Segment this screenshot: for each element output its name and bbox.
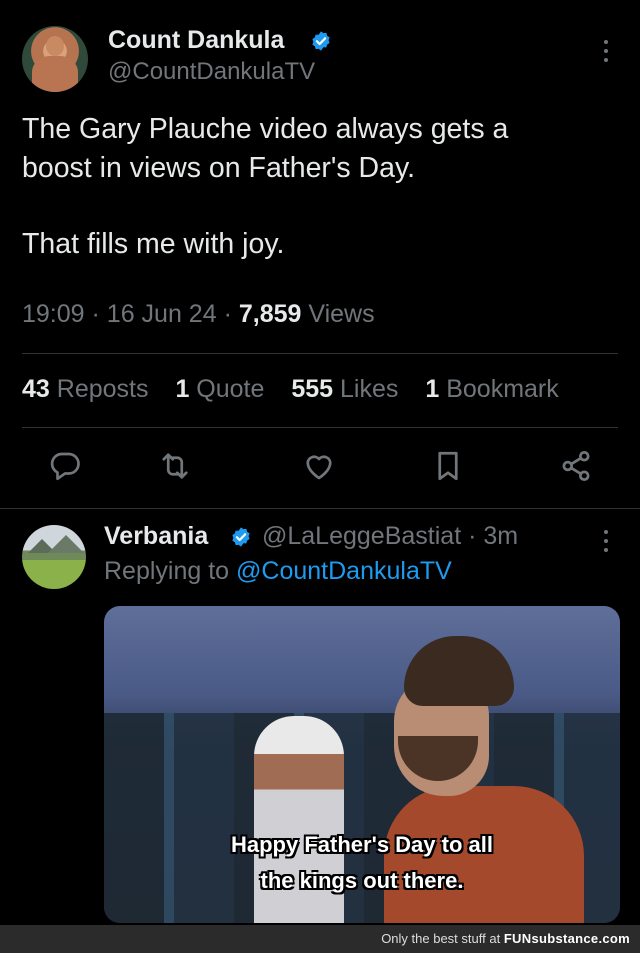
reply-author-avatar[interactable] <box>22 525 86 589</box>
bookmark-icon[interactable] <box>430 448 466 484</box>
stat-reposts[interactable]: 43 Reposts <box>22 375 148 404</box>
author-name[interactable]: Count Dankula <box>108 26 284 55</box>
tweet-meta: 19:09 · 16 Jun 24 · 7,859 Views <box>22 300 375 329</box>
reply-author-meta: @LaLeggeBastiat · 3m <box>262 522 518 551</box>
stat-quotes[interactable]: 1 Quote <box>175 375 264 404</box>
reply-author-handle[interactable]: @LaLeggeBastiat <box>262 522 461 550</box>
stat-likes[interactable]: 555 Likes <box>291 375 398 404</box>
meta-separator: · <box>223 300 232 328</box>
divider <box>22 427 618 428</box>
avatar-head <box>46 36 64 56</box>
watermark-text: Only the best stuff at FUNsubstance.com <box>381 931 630 946</box>
repost-icon[interactable] <box>157 448 193 484</box>
meta-separator: · <box>91 300 100 328</box>
share-icon[interactable] <box>558 448 594 484</box>
like-icon[interactable] <box>301 448 337 484</box>
divider <box>22 353 618 354</box>
watermark-bar: Only the best stuff at FUNsubstance.com <box>0 925 640 953</box>
tweet-time[interactable]: 19:09 <box>22 300 85 328</box>
divider <box>0 508 640 509</box>
replying-to-link[interactable]: @CountDankulaTV <box>236 557 452 585</box>
author-handle[interactable]: @CountDankulaTV <box>108 58 315 86</box>
reply-time[interactable]: 3m <box>483 522 518 550</box>
stat-bookmarks[interactable]: 1 Bookmark <box>425 375 558 404</box>
replying-to: Replying to @CountDankulaTV <box>104 557 452 586</box>
tweet-text-line: The Gary Plauche video always gets a <box>22 113 509 145</box>
more-options-icon[interactable] <box>602 40 610 66</box>
reply-icon[interactable] <box>47 448 83 484</box>
meta-separator: · <box>468 522 477 550</box>
tweet-stats: 43 Reposts 1 Quote 555 Likes 1 Bookmark <box>22 375 579 404</box>
reply-author-name[interactable]: Verbania <box>104 522 208 551</box>
avatar-figure <box>32 56 78 92</box>
replying-prefix: Replying to <box>104 557 230 585</box>
reply-media[interactable]: Happy Father's Day to all the kings out … <box>104 606 620 923</box>
views-label: Views <box>308 300 375 328</box>
tweet-text: The Gary Plauche video always gets a boo… <box>22 110 622 264</box>
media-caption: the kings out there. <box>260 868 464 893</box>
media-caption: Happy Father's Day to all <box>231 832 493 857</box>
author-avatar[interactable] <box>22 26 88 92</box>
tweet-date[interactable]: 16 Jun 24 <box>107 300 217 328</box>
verified-badge-icon <box>312 31 330 51</box>
tweet-text-line: That fills me with joy. <box>22 228 285 260</box>
views-count: 7,859 <box>238 300 302 328</box>
verified-badge-icon <box>232 527 250 547</box>
more-options-icon[interactable] <box>602 530 610 556</box>
tweet-text-line: boost in views on Father's Day. <box>22 152 416 184</box>
